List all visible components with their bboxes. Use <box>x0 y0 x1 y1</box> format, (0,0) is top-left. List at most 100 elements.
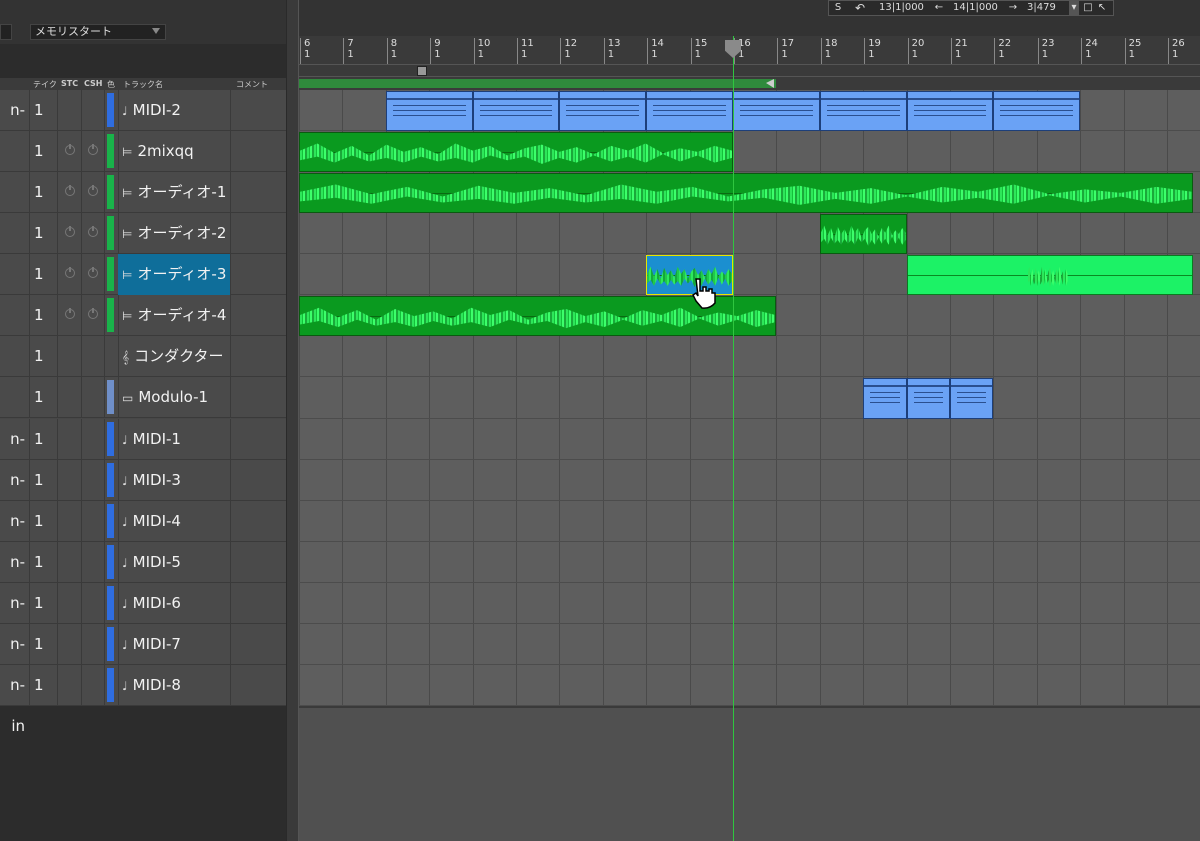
loop-range[interactable] <box>299 79 777 88</box>
audio-region[interactable] <box>819 214 907 255</box>
track-input[interactable] <box>0 377 30 419</box>
midi-region[interactable] <box>863 378 907 419</box>
arrow-right-icon[interactable]: → <box>1007 1 1019 15</box>
track-take[interactable]: 1 <box>30 295 58 337</box>
column-track-name[interactable]: トラック名 <box>123 79 163 90</box>
ruler-bar-9[interactable]: 91 <box>429 38 441 64</box>
power-icon[interactable] <box>88 308 98 320</box>
track-name[interactable]: ♩ MIDI-8 <box>118 664 231 706</box>
track-stc[interactable] <box>58 541 82 583</box>
track-color[interactable] <box>104 213 119 255</box>
ruler-bar-17[interactable]: 17 1 <box>777 38 794 64</box>
track-take[interactable]: 1 <box>30 131 58 173</box>
track-csh[interactable] <box>81 172 105 214</box>
track-color[interactable] <box>104 418 119 460</box>
track-stc[interactable] <box>58 213 82 255</box>
track-comment[interactable] <box>231 623 287 665</box>
track-stc[interactable] <box>58 459 82 501</box>
track-input[interactable] <box>0 172 30 214</box>
column-stc[interactable]: STC <box>61 79 78 88</box>
track-stc[interactable] <box>58 254 82 296</box>
midi-region[interactable] <box>819 91 907 132</box>
square-icon[interactable]: □ <box>1083 1 1093 15</box>
track-row[interactable]: n-in1 ♩ MIDI-6 <box>0 582 287 653</box>
track-csh[interactable] <box>81 213 105 255</box>
track-color[interactable] <box>104 541 119 583</box>
track-csh[interactable] <box>81 623 105 665</box>
track-name[interactable]: ⊨ オーディオ-1 <box>118 172 231 214</box>
track-row[interactable]: n-in 1 ♩ MIDI-8 <box>0 664 287 735</box>
track-csh[interactable] <box>81 377 105 419</box>
track-color[interactable] <box>104 500 119 542</box>
track-stc[interactable] <box>58 336 82 378</box>
track-row[interactable]: n-in1 ♩ MIDI-4 <box>0 500 287 571</box>
power-icon[interactable] <box>88 144 98 156</box>
marker-strip[interactable] <box>299 64 1200 76</box>
audio-region[interactable] <box>906 255 1194 296</box>
track-input[interactable]: n-in <box>0 664 30 735</box>
track-stc[interactable] <box>58 172 82 214</box>
track-csh[interactable] <box>81 295 105 337</box>
track-row[interactable]: n-in1 ♩ MIDI-3 <box>0 459 287 530</box>
column-comment[interactable]: コメント <box>236 79 268 90</box>
ruler-bar-12[interactable]: 12 1 <box>560 38 577 64</box>
track-name[interactable]: ▭ Modulo-1 <box>118 377 231 419</box>
track-take[interactable]: 1 <box>30 377 58 419</box>
track-row[interactable]: n-in1 ♩ MIDI-2 <box>0 90 287 160</box>
track-row[interactable]: 1 ⊨ 2mixqq <box>0 131 287 173</box>
track-name[interactable]: ♩ MIDI-7 <box>118 623 231 665</box>
arrangement-area[interactable] <box>299 90 1200 706</box>
track-input[interactable]: n-in <box>0 90 30 160</box>
memory-start-dropdown[interactable]: メモリスタート <box>30 24 166 40</box>
track-comment[interactable] <box>231 172 287 214</box>
track-comment[interactable] <box>231 459 287 501</box>
power-icon[interactable] <box>65 308 75 320</box>
length-value[interactable]: 3|479 <box>1027 1 1067 15</box>
column-take[interactable]: テイク <box>33 79 57 90</box>
track-stc[interactable] <box>58 582 82 624</box>
track-csh[interactable] <box>81 500 105 542</box>
track-take[interactable]: 1 <box>30 213 58 255</box>
power-icon[interactable] <box>65 226 75 238</box>
track-input[interactable]: n-in <box>0 418 30 489</box>
track-comment[interactable] <box>231 500 287 542</box>
track-name[interactable]: ♩ MIDI-6 <box>118 582 231 624</box>
ruler-bar-19[interactable]: 19 1 <box>864 38 881 64</box>
track-color[interactable] <box>104 623 119 665</box>
audio-region[interactable] <box>299 132 733 173</box>
track-row[interactable]: 1 ▭ Modulo-1 <box>0 377 287 419</box>
track-input[interactable] <box>0 295 30 337</box>
track-take[interactable]: 1 <box>30 459 58 501</box>
track-color[interactable] <box>104 295 119 337</box>
track-csh[interactable] <box>81 90 105 131</box>
track-row[interactable]: n-in1 ♩ MIDI-1 <box>0 418 287 489</box>
track-comment[interactable] <box>231 582 287 624</box>
track-input[interactable] <box>0 336 30 378</box>
midi-region[interactable] <box>385 91 473 132</box>
track-comment[interactable] <box>231 664 287 706</box>
track-name[interactable]: ♩ MIDI-4 <box>118 500 231 542</box>
midi-region[interactable] <box>906 91 994 132</box>
track-comment[interactable] <box>231 377 287 419</box>
track-row[interactable]: 1 ⊨ オーディオ-1 <box>0 172 287 214</box>
view-dropdown[interactable] <box>0 24 12 40</box>
track-stc[interactable] <box>58 664 82 706</box>
track-comment[interactable] <box>231 254 287 296</box>
power-icon[interactable] <box>88 185 98 197</box>
track-input[interactable]: n-in <box>0 582 30 653</box>
track-row[interactable]: 1 𝄞 コンダクター <box>0 336 287 378</box>
track-csh[interactable] <box>81 254 105 296</box>
track-stc[interactable] <box>58 131 82 173</box>
playhead-line[interactable] <box>733 36 734 841</box>
ruler-bar-23[interactable]: 23 1 <box>1037 38 1055 64</box>
ruler-bar-20[interactable]: 20 1 <box>907 38 924 64</box>
track-input[interactable] <box>0 254 30 296</box>
ruler-bar-22[interactable]: 22 1 <box>994 38 1011 64</box>
track-color[interactable] <box>104 172 119 214</box>
midi-region[interactable] <box>559 91 647 132</box>
track-csh[interactable] <box>81 418 105 460</box>
track-stc[interactable] <box>58 500 82 542</box>
power-icon[interactable] <box>88 267 98 279</box>
track-name[interactable]: ♩ MIDI-2 <box>118 90 231 131</box>
track-take[interactable]: 1 <box>30 623 58 665</box>
